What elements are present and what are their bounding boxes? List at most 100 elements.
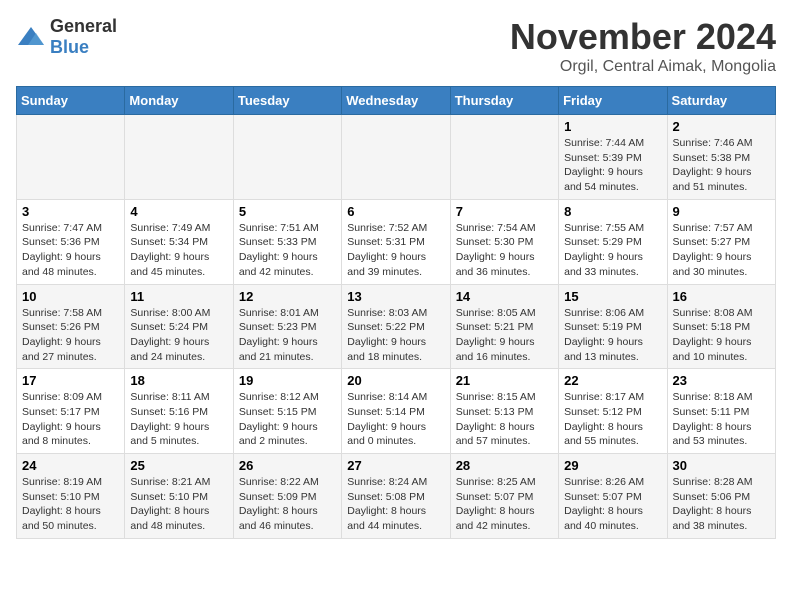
day-number: 11 xyxy=(130,289,227,304)
day-info: Sunrise: 8:00 AM Sunset: 5:24 PM Dayligh… xyxy=(130,306,227,365)
day-info: Sunrise: 8:22 AM Sunset: 5:09 PM Dayligh… xyxy=(239,475,336,534)
day-number: 7 xyxy=(456,204,553,219)
calendar-cell: 30Sunrise: 8:28 AM Sunset: 5:06 PM Dayli… xyxy=(667,454,775,539)
day-info: Sunrise: 7:57 AM Sunset: 5:27 PM Dayligh… xyxy=(673,221,770,280)
day-info: Sunrise: 8:11 AM Sunset: 5:16 PM Dayligh… xyxy=(130,390,227,449)
logo-icon xyxy=(16,25,46,49)
day-info: Sunrise: 8:08 AM Sunset: 5:18 PM Dayligh… xyxy=(673,306,770,365)
day-number: 8 xyxy=(564,204,661,219)
calendar-cell: 13 Sunrise: 8:03 AM Sunset: 5:22 PM Dayli… xyxy=(342,284,450,369)
weekday-header: Monday xyxy=(125,87,233,115)
calendar-cell: 2Sunrise: 7:46 AM Sunset: 5:38 PM Daylig… xyxy=(667,115,775,200)
day-info: Sunrise: 8:03 AM Sunset: 5:22 PM Dayligh… xyxy=(347,306,444,365)
day-number: 27 xyxy=(347,458,444,473)
calendar-cell xyxy=(17,115,125,200)
day-info: Sunrise: 7:55 AM Sunset: 5:29 PM Dayligh… xyxy=(564,221,661,280)
day-info: Sunrise: 8:09 AM Sunset: 5:17 PM Dayligh… xyxy=(22,390,119,449)
calendar-cell: 16 Sunrise: 8:08 AM Sunset: 5:18 PM Dayli… xyxy=(667,284,775,369)
calendar-cell: 11 Sunrise: 8:00 AM Sunset: 5:24 PM Dayli… xyxy=(125,284,233,369)
page-header: General Blue November 2024 Orgil, Centra… xyxy=(16,16,776,76)
calendar-cell: 6 Sunrise: 7:52 AM Sunset: 5:31 PM Daylig… xyxy=(342,199,450,284)
logo-blue: Blue xyxy=(50,37,89,57)
day-number: 16 xyxy=(673,289,770,304)
day-info: Sunrise: 7:49 AM Sunset: 5:34 PM Dayligh… xyxy=(130,221,227,280)
day-number: 1 xyxy=(564,119,661,134)
calendar-cell: 4 Sunrise: 7:49 AM Sunset: 5:34 PM Daylig… xyxy=(125,199,233,284)
day-info: Sunrise: 8:06 AM Sunset: 5:19 PM Dayligh… xyxy=(564,306,661,365)
calendar-cell: 5 Sunrise: 7:51 AM Sunset: 5:33 PM Daylig… xyxy=(233,199,341,284)
calendar-cell: 12 Sunrise: 8:01 AM Sunset: 5:23 PM Dayli… xyxy=(233,284,341,369)
calendar-cell: 18 Sunrise: 8:11 AM Sunset: 5:16 PM Dayli… xyxy=(125,369,233,454)
day-number: 19 xyxy=(239,373,336,388)
day-number: 5 xyxy=(239,204,336,219)
calendar-cell: 19 Sunrise: 8:12 AM Sunset: 5:15 PM Dayli… xyxy=(233,369,341,454)
day-number: 3 xyxy=(22,204,119,219)
day-info: Sunrise: 7:54 AM Sunset: 5:30 PM Dayligh… xyxy=(456,221,553,280)
day-info: Sunrise: 8:01 AM Sunset: 5:23 PM Dayligh… xyxy=(239,306,336,365)
day-number: 26 xyxy=(239,458,336,473)
day-info: Sunrise: 8:26 AM Sunset: 5:07 PM Dayligh… xyxy=(564,475,661,534)
day-info: Sunrise: 7:44 AM Sunset: 5:39 PM Dayligh… xyxy=(564,136,661,195)
day-number: 12 xyxy=(239,289,336,304)
calendar-cell: 15 Sunrise: 8:06 AM Sunset: 5:19 PM Dayli… xyxy=(559,284,667,369)
day-info: Sunrise: 7:58 AM Sunset: 5:26 PM Dayligh… xyxy=(22,306,119,365)
calendar-cell: 7 Sunrise: 7:54 AM Sunset: 5:30 PM Daylig… xyxy=(450,199,558,284)
calendar-cell: 25 Sunrise: 8:21 AM Sunset: 5:10 PM Dayli… xyxy=(125,454,233,539)
calendar-cell: 24 Sunrise: 8:19 AM Sunset: 5:10 PM Dayli… xyxy=(17,454,125,539)
day-info: Sunrise: 7:52 AM Sunset: 5:31 PM Dayligh… xyxy=(347,221,444,280)
day-number: 24 xyxy=(22,458,119,473)
day-number: 9 xyxy=(673,204,770,219)
calendar-cell xyxy=(125,115,233,200)
month-title: November 2024 xyxy=(510,16,776,58)
day-number: 6 xyxy=(347,204,444,219)
day-number: 25 xyxy=(130,458,227,473)
day-info: Sunrise: 8:12 AM Sunset: 5:15 PM Dayligh… xyxy=(239,390,336,449)
calendar-cell: 29 Sunrise: 8:26 AM Sunset: 5:07 PM Dayli… xyxy=(559,454,667,539)
day-number: 18 xyxy=(130,373,227,388)
calendar-cell: 10 Sunrise: 7:58 AM Sunset: 5:26 PM Dayli… xyxy=(17,284,125,369)
weekday-header: Tuesday xyxy=(233,87,341,115)
day-info: Sunrise: 8:05 AM Sunset: 5:21 PM Dayligh… xyxy=(456,306,553,365)
weekday-header: Saturday xyxy=(667,87,775,115)
day-info: Sunrise: 8:24 AM Sunset: 5:08 PM Dayligh… xyxy=(347,475,444,534)
day-info: Sunrise: 7:51 AM Sunset: 5:33 PM Dayligh… xyxy=(239,221,336,280)
calendar-cell xyxy=(233,115,341,200)
weekday-header: Friday xyxy=(559,87,667,115)
calendar-cell: 3 Sunrise: 7:47 AM Sunset: 5:36 PM Daylig… xyxy=(17,199,125,284)
logo-general: General xyxy=(50,16,117,36)
day-number: 4 xyxy=(130,204,227,219)
day-number: 13 xyxy=(347,289,444,304)
day-number: 10 xyxy=(22,289,119,304)
title-area: November 2024 Orgil, Central Aimak, Mong… xyxy=(510,16,776,76)
calendar-cell: 27 Sunrise: 8:24 AM Sunset: 5:08 PM Dayli… xyxy=(342,454,450,539)
calendar-cell: 28 Sunrise: 8:25 AM Sunset: 5:07 PM Dayli… xyxy=(450,454,558,539)
calendar-table: SundayMondayTuesdayWednesdayThursdayFrid… xyxy=(16,86,776,539)
weekday-header: Thursday xyxy=(450,87,558,115)
day-info: Sunrise: 8:18 AM Sunset: 5:11 PM Dayligh… xyxy=(673,390,770,449)
calendar-cell: 20Sunrise: 8:14 AM Sunset: 5:14 PM Dayli… xyxy=(342,369,450,454)
calendar-cell: 21Sunrise: 8:15 AM Sunset: 5:13 PM Dayli… xyxy=(450,369,558,454)
calendar-cell: 17 Sunrise: 8:09 AM Sunset: 5:17 PM Dayli… xyxy=(17,369,125,454)
day-info: Sunrise: 7:47 AM Sunset: 5:36 PM Dayligh… xyxy=(22,221,119,280)
day-info: Sunrise: 8:19 AM Sunset: 5:10 PM Dayligh… xyxy=(22,475,119,534)
day-number: 29 xyxy=(564,458,661,473)
weekday-header: Sunday xyxy=(17,87,125,115)
day-number: 22 xyxy=(564,373,661,388)
calendar-cell xyxy=(342,115,450,200)
calendar-cell: 9 Sunrise: 7:57 AM Sunset: 5:27 PM Daylig… xyxy=(667,199,775,284)
calendar-cell: 23 Sunrise: 8:18 AM Sunset: 5:11 PM Dayli… xyxy=(667,369,775,454)
day-number: 28 xyxy=(456,458,553,473)
calendar-cell xyxy=(450,115,558,200)
calendar-cell: 14 Sunrise: 8:05 AM Sunset: 5:21 PM Dayli… xyxy=(450,284,558,369)
logo: General Blue xyxy=(16,16,117,58)
day-info: Sunrise: 7:46 AM Sunset: 5:38 PM Dayligh… xyxy=(673,136,770,195)
day-info: Sunrise: 8:21 AM Sunset: 5:10 PM Dayligh… xyxy=(130,475,227,534)
day-info: Sunrise: 8:17 AM Sunset: 5:12 PM Dayligh… xyxy=(564,390,661,449)
day-info: Sunrise: 8:15 AM Sunset: 5:13 PM Dayligh… xyxy=(456,390,553,449)
day-number: 14 xyxy=(456,289,553,304)
day-number: 15 xyxy=(564,289,661,304)
calendar-cell: 26 Sunrise: 8:22 AM Sunset: 5:09 PM Dayli… xyxy=(233,454,341,539)
day-number: 17 xyxy=(22,373,119,388)
day-info: Sunrise: 8:25 AM Sunset: 5:07 PM Dayligh… xyxy=(456,475,553,534)
day-number: 23 xyxy=(673,373,770,388)
